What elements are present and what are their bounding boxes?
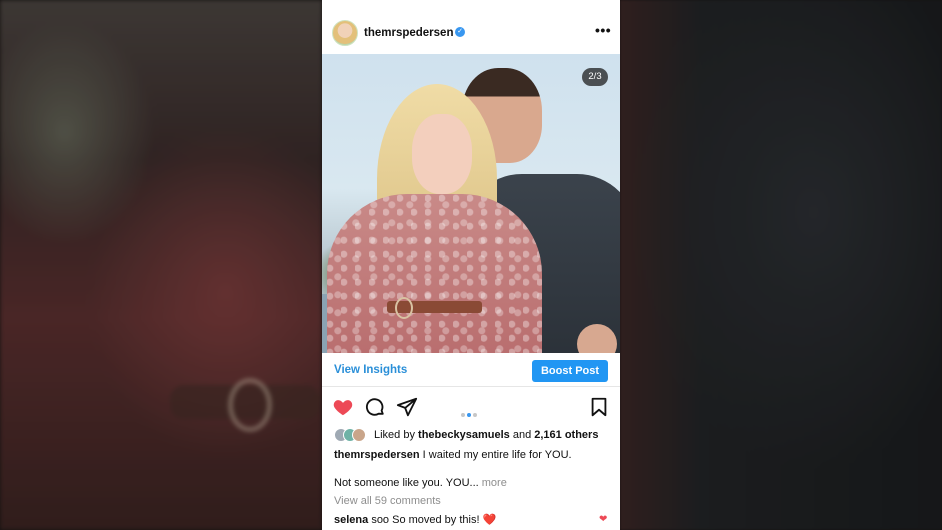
action-bar [322, 393, 620, 421]
carousel-dot [473, 413, 477, 417]
blurred-background-left [0, 0, 322, 530]
photo-woman-face [412, 114, 472, 194]
boost-post-button[interactable]: Boost Post [532, 360, 608, 382]
likes-count[interactable]: 2,161 others [534, 429, 598, 441]
comment-icon[interactable] [364, 396, 386, 418]
likes-prefix: Liked by [374, 429, 415, 441]
carousel-dots [461, 404, 479, 422]
liker-username[interactable]: thebeckysamuels [418, 429, 510, 441]
view-insights-link[interactable]: View Insights [334, 364, 407, 376]
liker-avatar [352, 428, 366, 442]
carousel-dot [461, 413, 465, 417]
caption-more-link[interactable]: more [482, 477, 507, 489]
post-header: themrspedersen ✓ ••• [322, 20, 620, 48]
caption: themrspedersen I waited my entire life f… [334, 449, 572, 461]
photo-dress [327, 194, 542, 353]
caption-username[interactable]: themrspedersen [334, 449, 420, 461]
comment-username[interactable]: selena [334, 514, 368, 526]
username-link[interactable]: themrspedersen [364, 27, 453, 39]
blurred-background-right [620, 0, 942, 530]
caption-line-2: Not someone like you. YOU... more [334, 477, 507, 489]
verified-icon: ✓ [455, 27, 465, 37]
likes-joiner: and [512, 429, 532, 441]
share-icon[interactable] [396, 396, 418, 418]
likes-text: Liked by thebeckysamuels and 2,161 other… [374, 429, 598, 441]
instagram-post-screen: Posts themrspedersen ✓ ••• 2/3 View Insi… [322, 0, 620, 530]
liker-avatars[interactable] [334, 428, 370, 442]
insights-bar: View Insights Boost Post [322, 356, 620, 387]
photo-buckle [395, 297, 413, 319]
caption-line-2-text: Not someone like you. YOU... [334, 477, 479, 489]
image-counter: 2/3 [582, 68, 608, 86]
heart-icon[interactable] [332, 396, 354, 418]
bookmark-icon[interactable] [588, 396, 610, 418]
comment-text: soo So moved by this! ❤️ [371, 514, 497, 526]
page-title: Posts [322, 0, 620, 12]
blurred-buckle [228, 378, 272, 432]
avatar[interactable] [332, 20, 358, 46]
comment-row: selena soo So moved by this! ❤️ [334, 513, 496, 526]
post-image[interactable] [322, 54, 620, 353]
likes-row: Liked by thebeckysamuels and 2,161 other… [334, 428, 614, 444]
more-icon[interactable]: ••• [595, 22, 611, 38]
carousel-dot-active [467, 413, 471, 417]
caption-text: I waited my entire life for YOU. [422, 449, 572, 461]
view-all-comments-link[interactable]: View all 59 comments [334, 495, 441, 507]
comment-like-icon[interactable]: ❤ [599, 514, 607, 525]
